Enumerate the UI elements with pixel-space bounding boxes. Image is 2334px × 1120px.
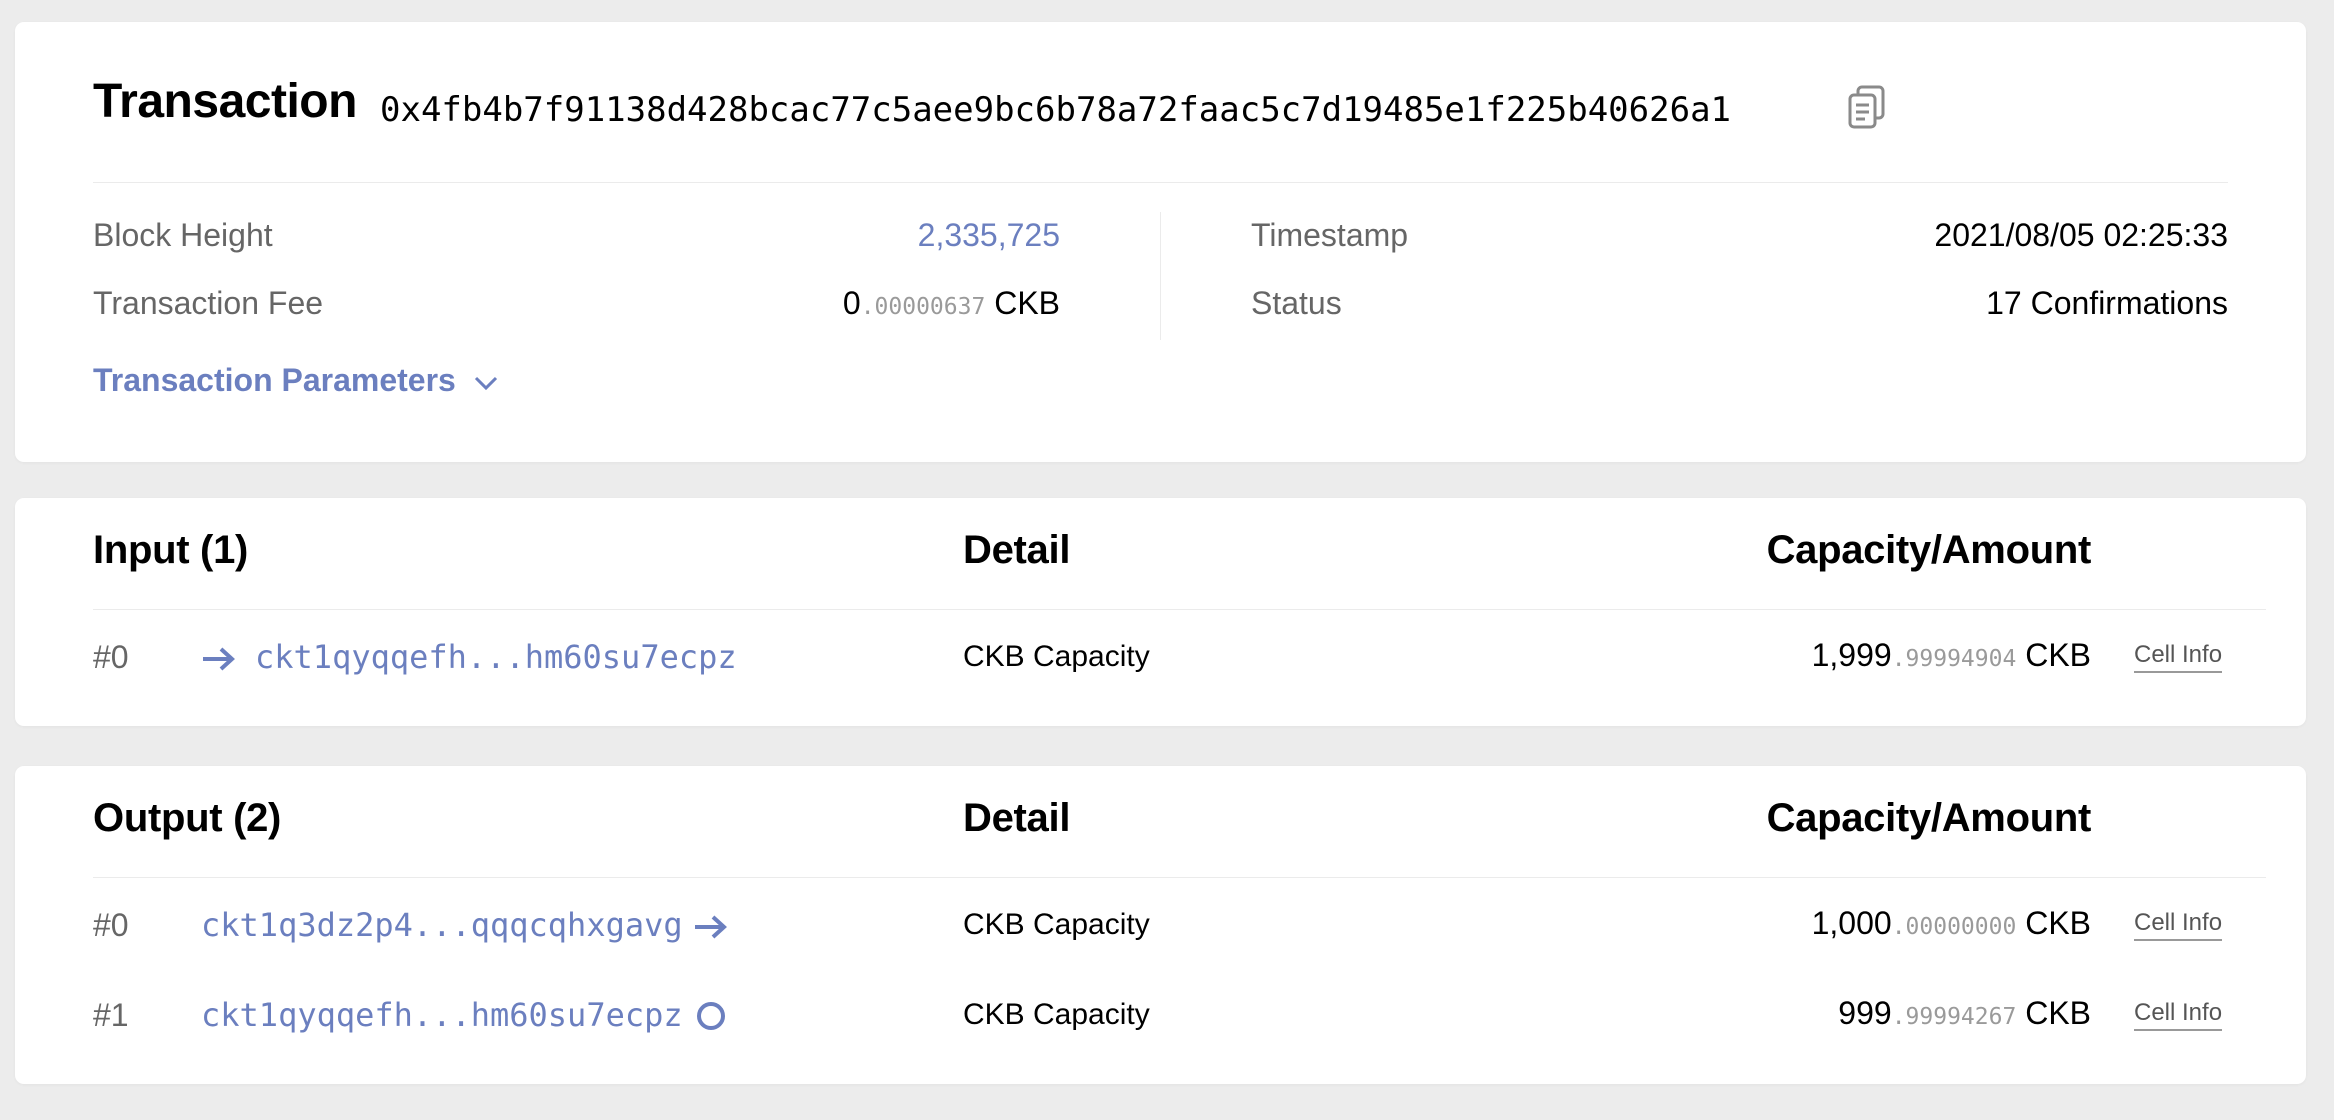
amount-decimal: .99994267 <box>1891 1004 2017 1030</box>
transaction-fee-label: Transaction Fee <box>93 285 324 321</box>
amount-unit: CKB <box>2025 637 2091 673</box>
input-card: Input (1) Detail Capacity/Amount #0 ckt1… <box>15 498 2306 726</box>
status-label: Status <box>1251 285 1342 321</box>
arrow-right-icon[interactable] <box>693 912 729 942</box>
cell-info-button[interactable]: Cell Info <box>2134 909 2223 941</box>
transaction-parameters-toggle[interactable]: Transaction Parameters <box>93 362 499 399</box>
divider <box>93 877 2266 878</box>
output-header: Output (2) <box>93 796 282 840</box>
divider <box>93 609 2266 610</box>
output-address-link[interactable]: ckt1qyqqefh...hm60su7ecpz <box>201 996 683 1034</box>
detail-header: Detail <box>963 528 1071 572</box>
amount-decimal: .00000000 <box>1891 914 2017 940</box>
amount-decimal: .99994904 <box>1891 646 2017 672</box>
cell-info-button[interactable]: Cell Info <box>2134 999 2223 1031</box>
output-card: Output (2) Detail Capacity/Amount #0 ckt… <box>15 766 2306 1084</box>
transaction-hash: 0x4fb4b7f91138d428bcac77c5aee9bc6b78a72f… <box>380 90 1732 130</box>
row-index: #1 <box>93 997 129 1033</box>
amount-integer: 999 <box>1838 995 1892 1031</box>
fee-unit: CKB <box>994 285 1060 321</box>
capacity-amount-header: Capacity/Amount <box>1766 796 2092 840</box>
amount-integer: 1,000 <box>1811 905 1892 941</box>
output-address-link[interactable]: ckt1q3dz2p4...qqqcqhxgavg <box>201 906 683 944</box>
timestamp-label: Timestamp <box>1251 217 1409 253</box>
row-detail: CKB Capacity <box>963 908 1150 941</box>
live-cell-circle-icon <box>695 1000 727 1037</box>
status-value: 17 Confirmations <box>1986 285 2228 321</box>
row-index: #0 <box>93 907 129 943</box>
block-height-link[interactable]: 2,335,725 <box>918 217 1060 254</box>
fee-decimal: .00000637 <box>860 294 986 320</box>
row-index: #0 <box>93 639 129 675</box>
transaction-parameters-label: Transaction Parameters <box>93 362 456 398</box>
arrow-right-icon[interactable] <box>201 644 237 674</box>
fee-integer: 0 <box>842 285 861 321</box>
column-divider <box>1160 212 1161 340</box>
row-amount: 1,999.99994904 CKB <box>1812 637 2091 674</box>
timestamp-value: 2021/08/05 02:25:33 <box>1934 217 2228 253</box>
copy-icon[interactable] <box>1847 84 1887 130</box>
transaction-overview-card: Transaction 0x4fb4b7f91138d428bcac77c5ae… <box>15 22 2306 462</box>
capacity-amount-header: Capacity/Amount <box>1766 528 2092 572</box>
row-amount: 1,000.00000000 CKB <box>1812 905 2091 942</box>
amount-unit: CKB <box>2025 905 2091 941</box>
divider <box>93 182 2228 183</box>
chevron-down-icon <box>474 376 497 390</box>
transaction-fee-value: 0.00000637 CKB <box>843 285 1060 322</box>
detail-header: Detail <box>963 796 1071 840</box>
input-header: Input (1) <box>93 528 249 572</box>
row-amount: 999.99994267 CKB <box>1838 995 2091 1032</box>
row-detail: CKB Capacity <box>963 640 1150 673</box>
cell-info-button[interactable]: Cell Info <box>2134 641 2223 673</box>
amount-unit: CKB <box>2025 995 2091 1031</box>
page-title: Transaction <box>93 75 357 128</box>
input-address-link[interactable]: ckt1qyqqefh...hm60su7ecpz <box>255 638 737 676</box>
amount-integer: 1,999 <box>1811 637 1892 673</box>
block-height-label: Block Height <box>93 217 273 253</box>
row-detail: CKB Capacity <box>963 998 1150 1031</box>
